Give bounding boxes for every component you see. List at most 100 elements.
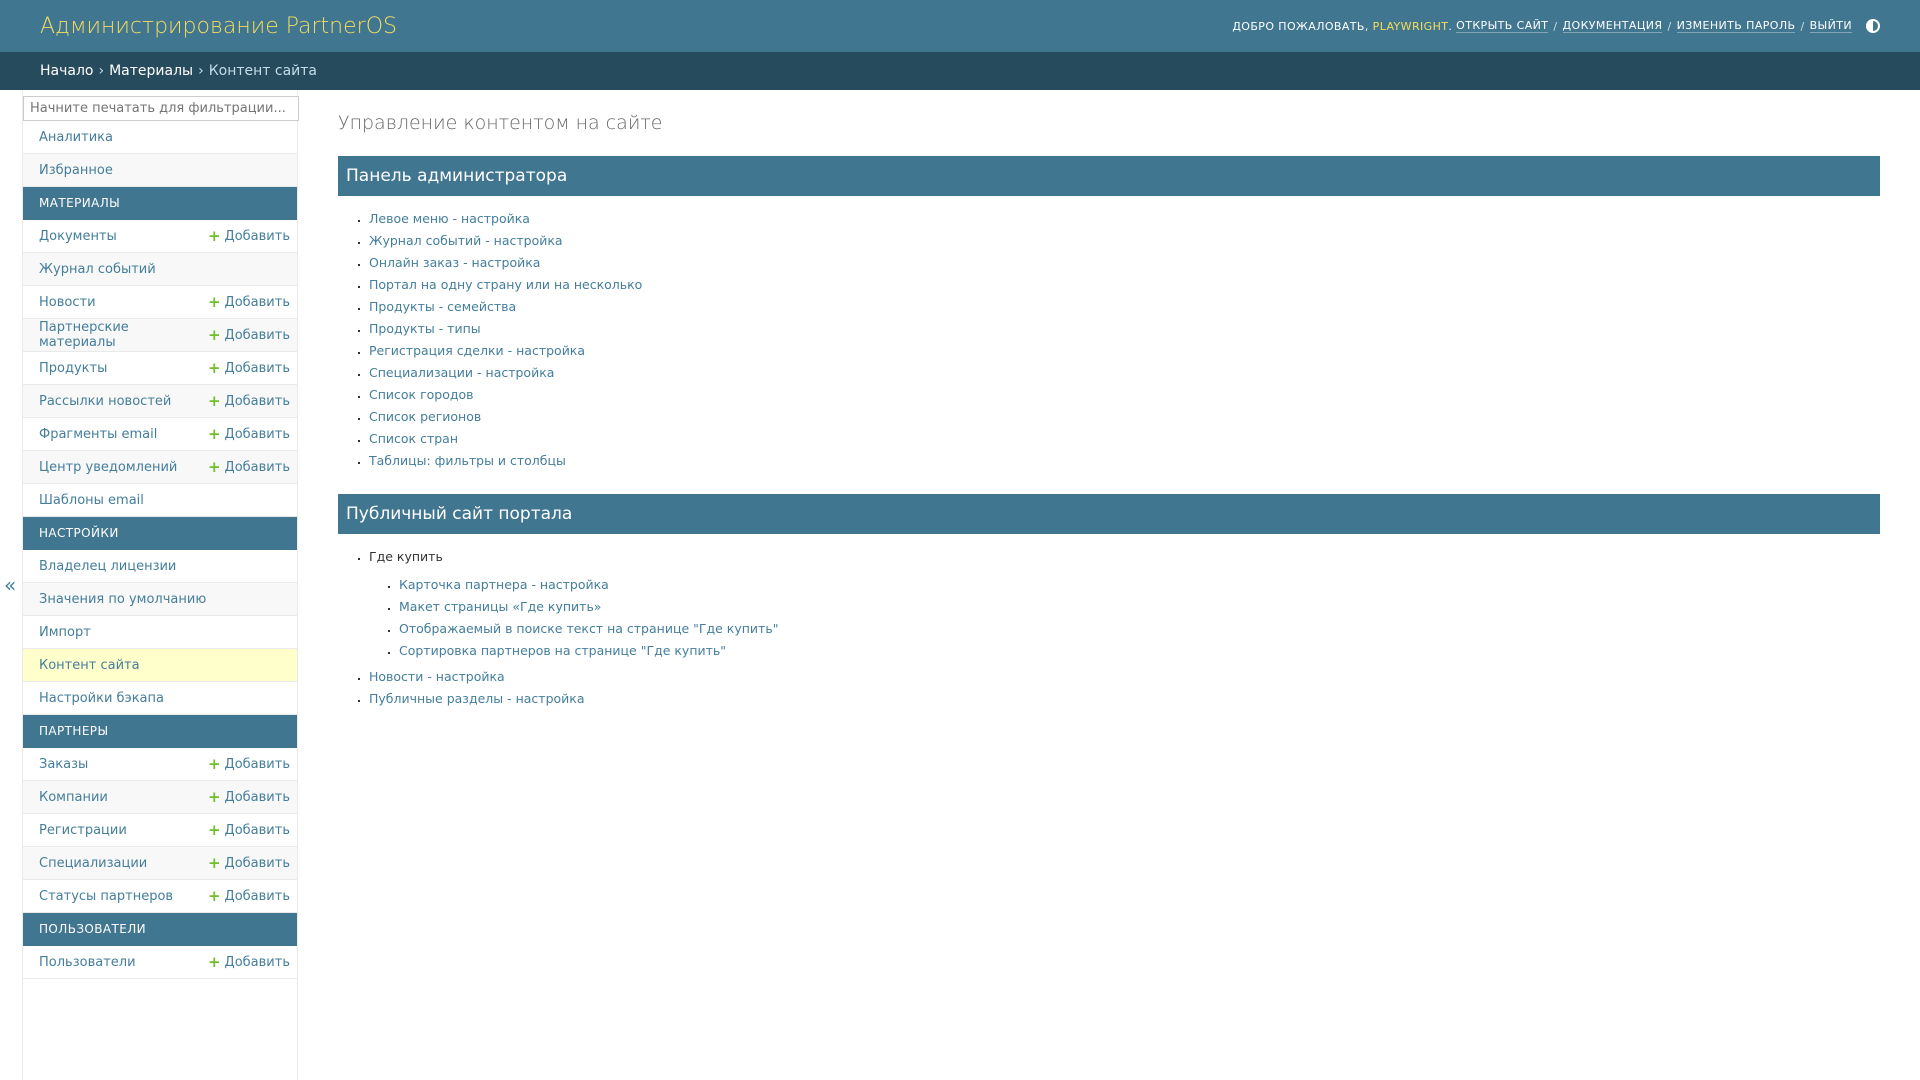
where-to-buy-label: Где купить <box>369 549 443 564</box>
add-button[interactable]: + Добавить <box>208 228 290 244</box>
content-link[interactable]: Журнал событий - настройка <box>369 233 563 248</box>
breadcrumb-home[interactable]: Начало <box>40 63 93 79</box>
page-title: Управление контентом на сайте <box>338 112 663 134</box>
sidebar-item-link[interactable]: Журнал событий <box>39 262 156 277</box>
list-item: Продукты - семейства <box>369 296 1880 318</box>
content-link[interactable]: Список городов <box>369 387 474 402</box>
sidebar-item-link[interactable]: Рассылки новостей <box>39 394 171 409</box>
sidebar-item-link[interactable]: Избранное <box>39 163 113 178</box>
content-link[interactable]: Онлайн заказ - настройка <box>369 255 540 270</box>
sidebar-item-link[interactable]: Контент сайта <box>39 658 140 673</box>
documentation-link[interactable]: Документация <box>1562 19 1663 33</box>
username: playwright <box>1372 19 1449 33</box>
sidebar-item-link[interactable]: Продукты <box>39 361 107 376</box>
sidebar-item-link[interactable]: Аналитика <box>39 130 113 145</box>
public-site-heading: Публичный сайт портала <box>338 494 1880 534</box>
add-label: Добавить <box>224 459 290 475</box>
content-link[interactable]: Макет страницы «Где купить» <box>399 599 601 614</box>
add-button[interactable]: + Добавить <box>208 822 290 838</box>
change-password-link[interactable]: Изменить пароль <box>1676 19 1796 33</box>
add-label: Добавить <box>224 294 290 310</box>
add-button[interactable]: + Добавить <box>208 888 290 904</box>
list-item: Где купить Карточка партнера - настройка… <box>369 546 1880 662</box>
sidebar-item: Аналитика <box>23 121 297 154</box>
content-link[interactable]: Новости - настройка <box>369 669 505 684</box>
breadcrumb-materials[interactable]: Материалы <box>109 63 193 79</box>
content-link[interactable]: Продукты - типы <box>369 321 481 336</box>
add-button[interactable]: + Добавить <box>207 787 290 806</box>
add-label: Добавить <box>224 426 290 442</box>
content-link[interactable]: Левое меню - настройка <box>369 211 530 226</box>
sidebar-item-link[interactable]: Статусы партнеров <box>39 889 173 904</box>
add-button[interactable]: + Добавить <box>208 426 290 442</box>
open-site-link[interactable]: Открыть сайт <box>1456 19 1549 33</box>
plus-icon: + <box>207 952 221 971</box>
sidebar-item-link[interactable]: Шаблоны email <box>39 493 144 508</box>
content-link[interactable]: Регистрация сделки - настройка <box>369 343 585 358</box>
content-link[interactable]: Таблицы: фильтры и столбцы <box>369 453 566 468</box>
list-item: Отображаемый в поиске текст на странице … <box>399 618 1880 640</box>
where-to-buy-links: Карточка партнера - настройка Макет стран… <box>369 574 1880 662</box>
sidebar-item: Статусы партнеров + Добавить <box>23 880 297 913</box>
theme-toggle-icon[interactable] <box>1866 19 1880 33</box>
module-caption[interactable]: Пользователи <box>23 913 297 946</box>
sidebar-item: Шаблоны email <box>23 484 297 517</box>
list-item: Сортировка партнеров на странице "Где ку… <box>399 640 1880 662</box>
module-caption[interactable]: Партнеры <box>23 715 297 748</box>
list-item: Список стран <box>369 428 1880 450</box>
add-button[interactable]: + Добавить <box>207 952 290 971</box>
sidebar-item-link[interactable]: Партнерские материалы <box>39 320 208 350</box>
sidebar-item-link[interactable]: Импорт <box>39 625 91 640</box>
sidebar-item-link[interactable]: Компании <box>39 790 108 805</box>
sidebar-item: Контент сайта <box>23 649 297 682</box>
content-link[interactable]: Отображаемый в поиске текст на странице … <box>399 621 778 636</box>
sidebar-item-link[interactable]: Владелец лицензии <box>39 559 176 574</box>
content-link[interactable]: Список регионов <box>369 409 481 424</box>
sidebar-item: Документы + Добавить <box>23 220 297 253</box>
sidebar-item-link[interactable]: Настройки бэкапа <box>39 691 164 706</box>
list-item: Регистрация сделки - настройка <box>369 340 1880 362</box>
add-button[interactable]: + Добавить <box>208 459 290 475</box>
sidebar-item-link[interactable]: Новости <box>39 295 96 310</box>
admin-panel-heading: Панель администратора <box>338 156 1880 196</box>
logout-link[interactable]: Выйти <box>1809 19 1852 33</box>
list-item: Онлайн заказ - настройка <box>369 252 1880 274</box>
content-link[interactable]: Публичные разделы - настройка <box>369 691 585 706</box>
content-link[interactable]: Специализации - настройка <box>369 365 554 380</box>
add-button[interactable]: + Добавить <box>208 360 290 376</box>
sidebar-item-link[interactable]: Центр уведомлений <box>39 460 177 475</box>
sidebar-item-link[interactable]: Фрагменты email <box>39 427 157 442</box>
sidebar-item-link[interactable]: Значения по умолчанию <box>39 592 206 607</box>
sidebar-filter-input[interactable] <box>23 96 299 121</box>
add-button[interactable]: + Добавить <box>208 855 290 871</box>
list-item: Публичные разделы - настройка <box>369 688 1880 710</box>
list-item: Карточка партнера - настройка <box>399 574 1880 596</box>
add-button[interactable]: + Добавить <box>208 327 290 343</box>
list-item: Макет страницы «Где купить» <box>399 596 1880 618</box>
add-button[interactable]: + Добавить <box>207 292 290 311</box>
add-label: Добавить <box>224 888 290 904</box>
sidebar-item-link[interactable]: Специализации <box>39 856 147 871</box>
content-link[interactable]: Список стран <box>369 431 458 446</box>
sidebar-item-link[interactable]: Заказы <box>39 757 88 772</box>
main-content: Управление контентом на сайте Панель адм… <box>298 90 1920 1080</box>
site-branding[interactable]: Администрирование PartnerOS <box>40 14 397 39</box>
module-caption[interactable]: Настройки <box>23 517 297 550</box>
module-caption[interactable]: Материалы <box>23 187 297 220</box>
sidebar-item-link[interactable]: Документы <box>39 229 117 244</box>
content-link[interactable]: Карточка партнера - настройка <box>399 577 609 592</box>
plus-icon: + <box>207 787 221 806</box>
user-tools: Добро пожаловать, playwright . Открыть с… <box>1232 19 1880 33</box>
plus-icon: + <box>207 292 221 311</box>
content-link[interactable]: Портал на одну страну или на несколько <box>369 277 642 292</box>
add-button[interactable]: + Добавить <box>208 756 290 772</box>
breadcrumb: Начало › Материалы › Контент сайта <box>0 52 1920 90</box>
content-link[interactable]: Продукты - семейства <box>369 299 516 314</box>
sidebar-item: Компании + Добавить <box>23 781 297 814</box>
add-button[interactable]: + Добавить <box>208 393 290 409</box>
content-link[interactable]: Сортировка партнеров на странице "Где ку… <box>399 643 726 658</box>
sidebar-item-link[interactable]: Регистрации <box>39 823 127 838</box>
sidebar-item-link[interactable]: Пользователи <box>39 955 136 970</box>
sidebar-item: Специализации + Добавить <box>23 847 297 880</box>
collapse-sidebar-icon[interactable]: « <box>4 573 16 597</box>
